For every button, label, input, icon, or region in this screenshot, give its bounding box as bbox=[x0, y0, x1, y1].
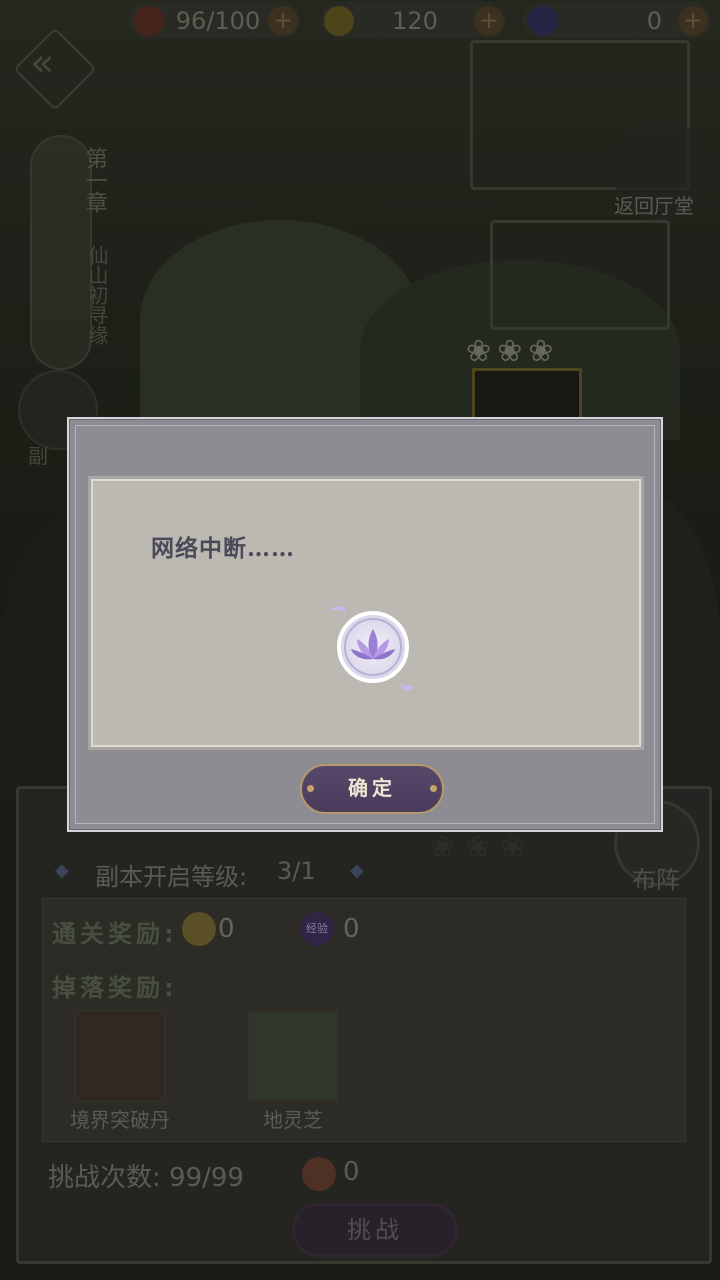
button-ornament-left bbox=[307, 785, 314, 792]
network-error-dialog: 网络中断…… 确定 bbox=[67, 417, 663, 832]
dialog-content: 网络中断…… bbox=[91, 479, 641, 747]
button-ornament-right bbox=[430, 785, 437, 792]
confirm-button-label: 确定 bbox=[348, 776, 396, 800]
dialog-message: 网络中断…… bbox=[151, 535, 295, 562]
confirm-button[interactable]: 确定 bbox=[300, 764, 444, 814]
loading-lotus-icon bbox=[331, 606, 415, 690]
